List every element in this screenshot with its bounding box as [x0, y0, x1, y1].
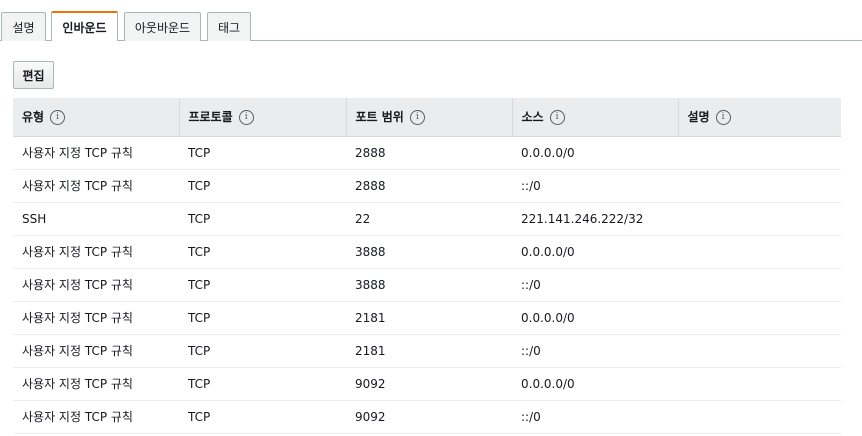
- table-row: 사용자 지정 TCP 규칙 TCP 2888 0.0.0.0/0: [13, 136, 841, 170]
- cell-protocol: TCP: [179, 169, 346, 203]
- cell-description: [678, 202, 841, 236]
- cell-port-range: 3888: [346, 268, 512, 302]
- cell-protocol: TCP: [179, 367, 346, 401]
- column-header-label: 소스: [521, 110, 544, 125]
- table-row: 사용자 지정 TCP 규칙 TCP 2888 ::/0: [13, 169, 841, 203]
- cell-type: 사용자 지정 TCP 규칙: [13, 136, 179, 170]
- cell-port-range: 9092: [346, 400, 512, 434]
- cell-port-range: 2888: [346, 136, 512, 170]
- cell-description: [678, 400, 841, 434]
- tab-inbound[interactable]: 인바운드: [51, 11, 118, 41]
- cell-description: [678, 367, 841, 401]
- table-header-row: 유형 i 프로토콜 i 포트 범위 i 소스 i 설명 i: [13, 98, 841, 137]
- cell-description: [678, 301, 841, 335]
- table-row: 사용자 지정 TCP 규칙 TCP 3888 ::/0: [13, 268, 841, 302]
- tab-outbound[interactable]: 아웃바운드: [124, 12, 201, 41]
- cell-port-range: 9092: [346, 367, 512, 401]
- cell-source: 0.0.0.0/0: [512, 136, 678, 170]
- cell-source: ::/0: [512, 400, 678, 434]
- cell-port-range: 3888: [346, 235, 512, 269]
- cell-protocol: TCP: [179, 235, 346, 269]
- column-header-label: 포트 범위: [355, 110, 404, 125]
- cell-protocol: TCP: [179, 136, 346, 170]
- info-icon[interactable]: i: [50, 110, 66, 126]
- table-row: 사용자 지정 TCP 규칙 TCP 2181 ::/0: [13, 334, 841, 368]
- cell-port-range: 2888: [346, 169, 512, 203]
- tab-description[interactable]: 설명: [1, 12, 46, 41]
- cell-source: 221.141.246.222/32: [512, 202, 678, 236]
- info-icon[interactable]: i: [549, 110, 565, 126]
- tab-tags[interactable]: 태그: [207, 12, 251, 41]
- cell-description: [678, 169, 841, 203]
- cell-type: 사용자 지정 TCP 규칙: [13, 400, 179, 434]
- info-icon[interactable]: i: [715, 110, 731, 126]
- column-header-label: 프로토콜: [188, 110, 233, 125]
- cell-type: 사용자 지정 TCP 규칙: [13, 367, 179, 401]
- table-row: 사용자 지정 TCP 규칙 TCP 9092 ::/0: [13, 400, 841, 434]
- column-header-label: 설명: [687, 110, 710, 125]
- cell-description: [678, 235, 841, 269]
- cell-type: 사용자 지정 TCP 규칙: [13, 235, 179, 269]
- cell-description: [678, 136, 841, 170]
- info-icon[interactable]: i: [409, 110, 425, 126]
- cell-port-range: 2181: [346, 301, 512, 335]
- cell-type: 사용자 지정 TCP 규칙: [13, 268, 179, 302]
- cell-type: SSH: [13, 202, 179, 236]
- tab-bar: 설명 인바운드 아웃바운드 태그: [0, 0, 862, 41]
- column-header-source: 소스 i: [512, 98, 679, 137]
- cell-protocol: TCP: [179, 268, 346, 302]
- cell-source: ::/0: [512, 268, 678, 302]
- cell-type: 사용자 지정 TCP 규칙: [13, 334, 179, 368]
- column-header-description: 설명 i: [678, 98, 841, 137]
- cell-protocol: TCP: [179, 301, 346, 335]
- cell-source: 0.0.0.0/0: [512, 301, 678, 335]
- cell-port-range: 2181: [346, 334, 512, 368]
- cell-type: 사용자 지정 TCP 규칙: [13, 169, 179, 203]
- inbound-rules-table: 유형 i 프로토콜 i 포트 범위 i 소스 i 설명 i 사용자 지정 TCP 규칙 T…: [13, 98, 841, 434]
- cell-protocol: TCP: [179, 202, 346, 236]
- cell-source: 0.0.0.0/0: [512, 235, 678, 269]
- cell-protocol: TCP: [179, 400, 346, 434]
- cell-port-range: 22: [346, 202, 512, 236]
- cell-source: ::/0: [512, 169, 678, 203]
- cell-source: 0.0.0.0/0: [512, 367, 678, 401]
- table-row: SSH TCP 22 221.141.246.222/32: [13, 202, 841, 236]
- table-row: 사용자 지정 TCP 규칙 TCP 9092 0.0.0.0/0: [13, 367, 841, 401]
- info-icon[interactable]: i: [238, 110, 254, 126]
- table-row: 사용자 지정 TCP 규칙 TCP 3888 0.0.0.0/0: [13, 235, 841, 269]
- column-header-protocol: 프로토콜 i: [179, 98, 347, 137]
- column-header-label: 유형: [22, 110, 45, 125]
- cell-description: [678, 268, 841, 302]
- cell-description: [678, 334, 841, 368]
- cell-protocol: TCP: [179, 334, 346, 368]
- column-header-type: 유형 i: [13, 98, 180, 137]
- column-header-port-range: 포트 범위 i: [346, 98, 513, 137]
- cell-source: ::/0: [512, 334, 678, 368]
- table-row: 사용자 지정 TCP 규칙 TCP 2181 0.0.0.0/0: [13, 301, 841, 335]
- cell-type: 사용자 지정 TCP 규칙: [13, 301, 179, 335]
- edit-button[interactable]: 편집: [13, 61, 54, 89]
